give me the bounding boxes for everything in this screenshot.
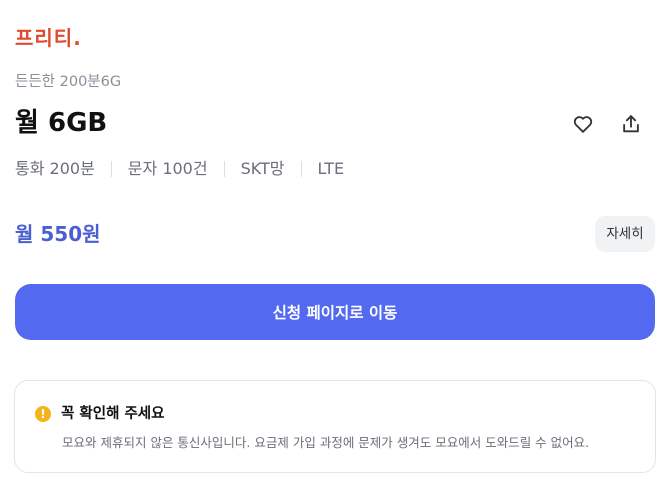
spec-divider xyxy=(300,161,302,177)
favorite-button[interactable] xyxy=(568,109,598,139)
notice-body: 모요와 제휴되지 않은 통신사입니다. 요금제 가입 과정에 문제가 생겨도 모… xyxy=(62,435,590,450)
spec-network: SKT망 xyxy=(240,159,285,178)
warning-icon: ! xyxy=(35,406,51,422)
plan-specs: 통화 200분 문자 100건 SKT망 LTE xyxy=(15,158,344,180)
detail-button[interactable]: 자세히 xyxy=(595,216,655,252)
spec-divider xyxy=(110,161,112,177)
spec-generation: LTE xyxy=(317,159,345,178)
spec-sms: 문자 100건 xyxy=(127,159,208,178)
spec-divider xyxy=(223,161,225,177)
plan-price: 월 550원 xyxy=(15,222,101,246)
share-icon xyxy=(623,115,639,133)
notice-header: ! 꼭 확인해 주세요 xyxy=(35,405,164,423)
notice-box: ! 꼭 확인해 주세요 모요와 제휴되지 않은 통신사입니다. 요금제 가입 과… xyxy=(14,380,656,473)
apply-page-button[interactable]: 신청 페이지로 이동 xyxy=(15,284,655,340)
heart-icon xyxy=(573,116,593,133)
spec-voice: 통화 200분 xyxy=(15,159,95,178)
plan-name: 든든한 200분6G xyxy=(15,74,122,90)
apply-button-label: 신청 페이지로 이동 xyxy=(272,304,398,322)
notice-title: 꼭 확인해 주세요 xyxy=(61,406,165,422)
plan-title: 월 6GB xyxy=(15,108,108,138)
carrier-logo: 프리티. xyxy=(15,26,82,50)
share-button[interactable] xyxy=(616,109,646,139)
plan-detail-page: 프리티. 든든한 200분6G 월 6GB 통화 200분 문자 100건 SK… xyxy=(0,0,672,480)
